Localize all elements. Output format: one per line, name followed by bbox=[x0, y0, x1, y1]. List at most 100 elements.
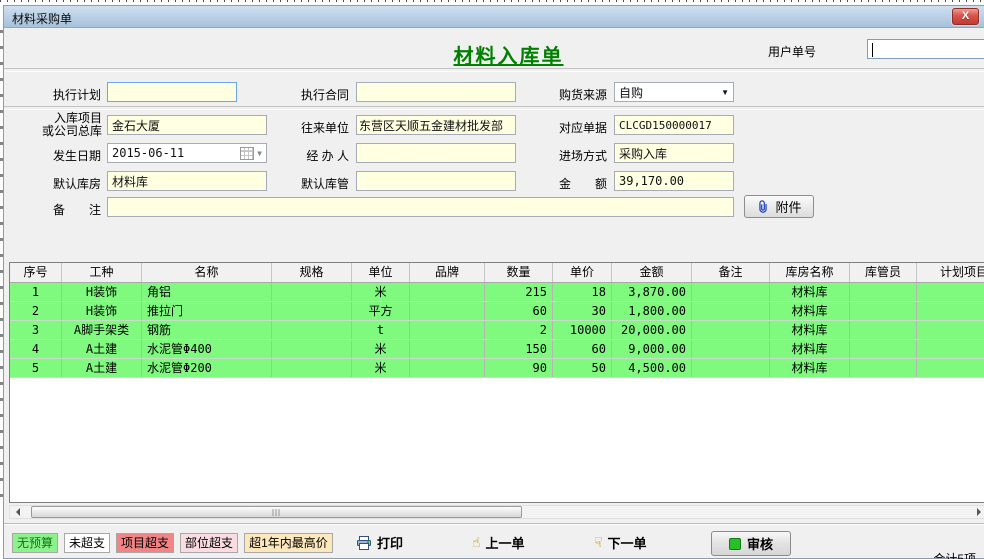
table-cell[interactable]: A脚手架类 bbox=[62, 321, 142, 339]
table-cell[interactable]: 平方 bbox=[352, 302, 410, 320]
table-cell[interactable]: 米 bbox=[352, 340, 410, 358]
column-header[interactable]: 库房名称 bbox=[770, 263, 850, 282]
table-cell[interactable]: 9,000.00 bbox=[612, 340, 692, 358]
table-cell[interactable]: 10000 bbox=[553, 321, 612, 339]
table-cell[interactable]: 钢筋 bbox=[142, 321, 272, 339]
table-cell[interactable] bbox=[692, 321, 770, 339]
table-cell[interactable]: 3 bbox=[10, 321, 62, 339]
remark-input[interactable] bbox=[107, 197, 734, 217]
table-cell[interactable] bbox=[850, 340, 917, 358]
table-cell[interactable]: 米 bbox=[352, 359, 410, 377]
table-cell[interactable]: 60 bbox=[485, 302, 553, 320]
counterparty-input[interactable] bbox=[356, 115, 516, 135]
table-cell[interactable] bbox=[410, 359, 485, 377]
exec-plan-input[interactable] bbox=[107, 82, 237, 102]
table-row[interactable]: 2H装饰推拉门平方60301,800.00材料库 bbox=[10, 302, 984, 321]
table-cell[interactable] bbox=[692, 340, 770, 358]
amount-input[interactable] bbox=[614, 171, 734, 191]
table-cell[interactable] bbox=[410, 321, 485, 339]
table-cell[interactable] bbox=[410, 283, 485, 301]
table-cell[interactable] bbox=[917, 302, 984, 320]
column-header[interactable]: 单位 bbox=[352, 263, 410, 282]
table-cell[interactable] bbox=[272, 359, 352, 377]
table-cell[interactable]: 50 bbox=[553, 359, 612, 377]
table-cell[interactable]: 20,000.00 bbox=[612, 321, 692, 339]
hscrollbar-right-arrow[interactable] bbox=[971, 506, 984, 518]
table-cell[interactable]: 水泥管Φ200 bbox=[142, 359, 272, 377]
table-cell[interactable] bbox=[272, 283, 352, 301]
table-cell[interactable] bbox=[410, 340, 485, 358]
prev-order-button[interactable]: ☝ 上一单 bbox=[472, 533, 525, 552]
table-row[interactable]: 4A土建水泥管Φ400米150609,000.00材料库 bbox=[10, 340, 984, 359]
table-row[interactable]: 5A土建水泥管Φ200 米 90504,500.00 材料库 bbox=[10, 359, 984, 378]
table-cell[interactable] bbox=[917, 359, 984, 377]
table-cell[interactable]: 2 bbox=[10, 302, 62, 320]
table-cell[interactable]: A土建 bbox=[62, 340, 142, 358]
table-cell[interactable]: 材料库 bbox=[770, 359, 850, 377]
table-cell[interactable]: 18 bbox=[553, 283, 612, 301]
hscrollbar-thumb[interactable] bbox=[31, 506, 522, 518]
column-header[interactable]: 单价 bbox=[553, 263, 612, 282]
table-cell[interactable] bbox=[850, 321, 917, 339]
audit-button[interactable]: 审核 bbox=[711, 531, 791, 556]
table-cell[interactable]: t bbox=[352, 321, 410, 339]
table-cell[interactable]: 材料库 bbox=[770, 283, 850, 301]
table-cell[interactable]: 材料库 bbox=[770, 321, 850, 339]
column-header[interactable]: 金额 bbox=[612, 263, 692, 282]
user-no-input[interactable] bbox=[867, 39, 984, 59]
table-cell[interactable]: 推拉门 bbox=[142, 302, 272, 320]
table-cell[interactable]: 30 bbox=[553, 302, 612, 320]
dialog-titlebar[interactable]: 材料采购单 X bbox=[4, 6, 984, 28]
table-cell[interactable]: 2 bbox=[485, 321, 553, 339]
handler-input[interactable] bbox=[356, 143, 516, 163]
column-header[interactable]: 备注 bbox=[692, 263, 770, 282]
table-cell[interactable]: 材料库 bbox=[770, 340, 850, 358]
column-header[interactable]: 品牌 bbox=[410, 263, 485, 282]
table-cell[interactable] bbox=[272, 302, 352, 320]
print-button[interactable]: 打印 bbox=[356, 533, 403, 552]
table-cell[interactable]: 4 bbox=[10, 340, 62, 358]
table-cell[interactable]: 4,500.00 bbox=[612, 359, 692, 377]
table-cell[interactable]: 5 bbox=[10, 359, 62, 377]
table-cell[interactable]: H装饰 bbox=[62, 302, 142, 320]
hscrollbar-left-arrow[interactable] bbox=[10, 506, 26, 518]
table-cell[interactable]: 水泥管Φ400 bbox=[142, 340, 272, 358]
table-cell[interactable]: 90 bbox=[485, 359, 553, 377]
table-cell[interactable] bbox=[692, 302, 770, 320]
table-cell[interactable] bbox=[272, 340, 352, 358]
table-cell[interactable] bbox=[917, 283, 984, 301]
column-header[interactable]: 工种 bbox=[62, 263, 142, 282]
table-cell[interactable] bbox=[410, 302, 485, 320]
purchase-source-select[interactable]: 自购 ▼ bbox=[614, 82, 734, 102]
table-cell[interactable]: A土建 bbox=[62, 359, 142, 377]
default-keeper-input[interactable] bbox=[356, 171, 516, 191]
table-cell[interactable] bbox=[850, 283, 917, 301]
column-header[interactable]: 计划项目 bbox=[917, 263, 984, 282]
close-button[interactable]: X bbox=[952, 8, 979, 25]
default-warehouse-input[interactable] bbox=[107, 171, 267, 191]
column-header[interactable]: 名称 bbox=[142, 263, 272, 282]
column-header[interactable]: 序号 bbox=[10, 263, 62, 282]
table-cell[interactable] bbox=[850, 302, 917, 320]
table-cell[interactable]: 215 bbox=[485, 283, 553, 301]
attachment-button[interactable]: 附件 bbox=[744, 195, 814, 218]
table-row[interactable]: 1H装饰角铝米215183,870.00材料库 bbox=[10, 283, 984, 302]
entry-method-input[interactable] bbox=[614, 143, 734, 163]
table-cell[interactable] bbox=[917, 340, 984, 358]
table-cell[interactable]: 3,870.00 bbox=[612, 283, 692, 301]
table-cell[interactable] bbox=[692, 359, 770, 377]
table-cell[interactable] bbox=[692, 283, 770, 301]
exec-contract-input[interactable] bbox=[356, 82, 516, 102]
table-cell[interactable]: 1,800.00 bbox=[612, 302, 692, 320]
column-header[interactable]: 库管员 bbox=[850, 263, 917, 282]
table-cell[interactable] bbox=[850, 359, 917, 377]
table-cell[interactable]: 1 bbox=[10, 283, 62, 301]
table-cell[interactable] bbox=[917, 321, 984, 339]
project-warehouse-input[interactable] bbox=[107, 115, 267, 135]
column-header[interactable]: 数量 bbox=[485, 263, 553, 282]
table-cell[interactable]: 米 bbox=[352, 283, 410, 301]
hscrollbar-track[interactable] bbox=[9, 505, 984, 519]
table-cell[interactable] bbox=[272, 321, 352, 339]
table-row[interactable]: 3A脚手架类钢筋 t 21000020,000.00 材料库 bbox=[10, 321, 984, 340]
table-cell[interactable]: 角铝 bbox=[142, 283, 272, 301]
